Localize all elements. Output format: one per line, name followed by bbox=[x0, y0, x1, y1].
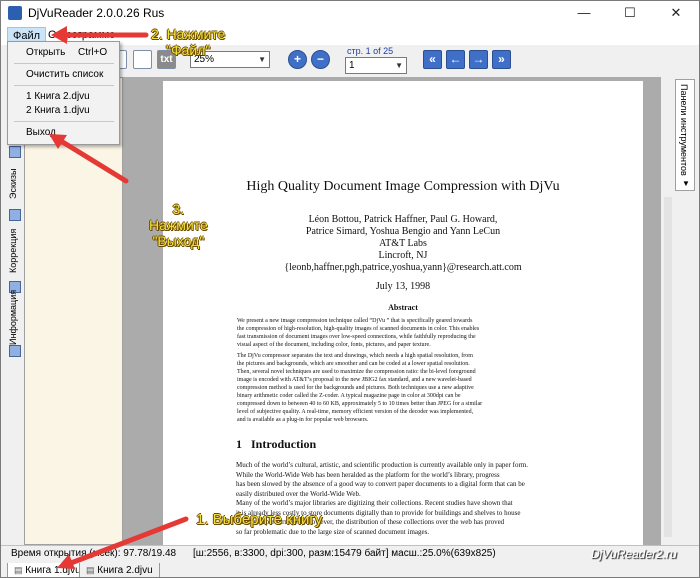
text-line: so far problematic due to the large size… bbox=[236, 527, 430, 536]
status-image-info: [ш:2556, в:3300, dpi:300, разм:15479 бай… bbox=[193, 548, 496, 559]
annotation-line: 3. bbox=[172, 201, 185, 217]
thumbnails-panel[interactable] bbox=[24, 77, 123, 545]
doc-tab-2[interactable]: ▤ Книга 2.djvu bbox=[79, 563, 160, 577]
section-number: 1 bbox=[236, 437, 242, 451]
document-view[interactable]: High Quality Document Image Compression … bbox=[123, 77, 661, 551]
text-line: level of subjective quality. A real-time… bbox=[237, 409, 474, 415]
doc-abstract-p2: The DjVu compressor separates the text a… bbox=[237, 352, 577, 424]
text-line: compression method is used for the backg… bbox=[237, 385, 474, 391]
menu-item-open[interactable]: Открыть Ctrl+O bbox=[26, 46, 118, 60]
info-icon[interactable] bbox=[9, 345, 21, 357]
chevron-down-icon: ▼ bbox=[395, 61, 403, 70]
menu-item-exit[interactable]: Выход bbox=[26, 126, 56, 140]
menu-item-recent-2[interactable]: 2 Книга 1.djvu bbox=[26, 104, 90, 118]
section-title: Introduction bbox=[251, 437, 317, 451]
text-line: fast transmission of document images ove… bbox=[237, 334, 476, 340]
text-line: easily distributed over the World-Wide W… bbox=[236, 489, 361, 498]
doc-authors: Léon Bottou, Patrick Haffner, Paul G. Ho… bbox=[163, 214, 643, 274]
next-page-button[interactable]: → bbox=[469, 50, 488, 69]
doc-tab-1[interactable]: ▤ Книга 1.djvu bbox=[7, 563, 88, 577]
last-page-button[interactable]: » bbox=[492, 50, 511, 69]
document-page: High Quality Document Image Compression … bbox=[163, 81, 643, 551]
tool-panels-label: Панели инструментов bbox=[679, 84, 689, 176]
doc-authors-line: Léon Bottou, Patrick Haffner, Paul G. Ho… bbox=[308, 214, 498, 225]
page-label: стр. 1 of 25 bbox=[347, 46, 394, 56]
tab-thumbnails[interactable]: Эскизы bbox=[8, 163, 22, 205]
prev-page-button[interactable]: ← bbox=[446, 50, 465, 69]
doc-affiliation: AT&T Labs bbox=[379, 238, 427, 249]
text-line: Many of the world’s major libraries are … bbox=[236, 499, 513, 507]
text-line: the compression of high-resolution, high… bbox=[237, 326, 480, 332]
app-window: DjVuReader 2.0.0.26 Rus — ☐ ✕ Файл О про… bbox=[0, 0, 700, 578]
vertical-scrollbar[interactable] bbox=[664, 197, 672, 537]
close-button[interactable]: ✕ bbox=[653, 1, 699, 25]
doc-location: Lincroft, NJ bbox=[378, 250, 428, 261]
text-line: image is encoded with AT&T’s proposal to… bbox=[237, 377, 472, 383]
text-line: The DjVu compressor separates the text a… bbox=[237, 353, 473, 359]
menu-separator bbox=[14, 63, 114, 64]
image-mode-icon[interactable] bbox=[133, 50, 152, 69]
file-menu-dropdown: Открыть Ctrl+O Очистить список 1 Книга 2.… bbox=[7, 41, 120, 145]
list-icon[interactable] bbox=[9, 146, 21, 158]
text-line: has been slowed by the absence of a good… bbox=[236, 480, 525, 488]
menu-separator bbox=[14, 121, 114, 122]
annotation-step-2: 2. Нажмите "Файл" bbox=[151, 26, 225, 58]
doc-section-heading: 1 Introduction bbox=[236, 437, 316, 452]
text-line: compressed down to between 40 to 60 KB, … bbox=[237, 401, 483, 407]
document-tabs: ▤ Книга 1.djvu ▤ Книга 2.djvu bbox=[1, 562, 699, 577]
doc-authors-line: Patrice Simard, Yoshua Bengio and Yann L… bbox=[305, 226, 501, 237]
maximize-button[interactable]: ☐ bbox=[607, 1, 653, 25]
menu-separator bbox=[14, 85, 114, 86]
document-icon: ▤ bbox=[14, 565, 23, 575]
sidebar-tabs: Эскизы Коррекция Информация bbox=[7, 141, 23, 541]
annotation-step-3: 3. Нажмите "Выход" bbox=[149, 201, 208, 249]
doc-abstract-p1: We present a new image compression techn… bbox=[237, 317, 577, 349]
annotation-line: "Выход" bbox=[152, 233, 205, 249]
doc-tab-label: Книга 1.djvu bbox=[25, 565, 81, 576]
chevron-down-icon: ▼ bbox=[258, 55, 266, 64]
title-bar[interactable]: DjVuReader 2.0.0.26 Rus — ☐ ✕ bbox=[1, 1, 699, 25]
doc-date: July 13, 1998 bbox=[375, 281, 431, 292]
zoom-in-button[interactable]: + bbox=[288, 50, 307, 69]
doc-abstract-heading: Abstract bbox=[388, 303, 418, 312]
annotation-step-1: 1. Выберите книгу bbox=[196, 511, 323, 528]
text-line: the pictures and backgrounds, which are … bbox=[237, 361, 470, 367]
text-line: While the World-Wide Web has been herald… bbox=[236, 470, 500, 479]
text-line: binary arithmetic coder called the Z-cod… bbox=[237, 393, 461, 399]
status-open-time: Время открытия (мсек): 97.78/19.48 bbox=[11, 548, 177, 559]
menu-item-recent-1[interactable]: 1 Книга 2.djvu bbox=[26, 90, 90, 104]
menu-item-clear-list[interactable]: Очистить список bbox=[26, 68, 103, 82]
page-select[interactable]: 1 ▼ bbox=[345, 57, 407, 74]
annotation-line: "Файл" bbox=[165, 42, 211, 58]
doc-title: High Quality Document Image Compression … bbox=[246, 179, 560, 194]
tab-info[interactable]: Информация bbox=[8, 287, 22, 347]
doc-tab-label: Книга 2.djvu bbox=[97, 565, 153, 576]
app-icon bbox=[8, 6, 22, 20]
menu-item-label: Открыть bbox=[26, 47, 66, 58]
minimize-button[interactable]: — bbox=[561, 1, 607, 25]
watermark: DjVuReader2.ru bbox=[591, 547, 677, 561]
annotation-line: Нажмите bbox=[149, 217, 208, 233]
tab-correction[interactable]: Коррекция bbox=[8, 225, 22, 277]
text-line: Then, several novel techniques are used … bbox=[237, 369, 476, 375]
tab-tool-panels[interactable]: Панели инструментов ▼ bbox=[675, 79, 695, 191]
chevron-down-icon: ▼ bbox=[682, 179, 690, 188]
text-line: visual aspect of the document, including… bbox=[237, 342, 431, 348]
text-line: We present a new image compression techn… bbox=[237, 318, 473, 324]
document-icon: ▤ bbox=[86, 565, 95, 575]
right-panel: Панели инструментов ▼ bbox=[661, 77, 699, 545]
grid-icon[interactable] bbox=[9, 209, 21, 221]
annotation-line: 2. Нажмите bbox=[151, 26, 226, 42]
window-title: DjVuReader 2.0.0.26 Rus bbox=[28, 6, 165, 20]
doc-emails: {leonb,haffner,pgh,patrice,yoshua,yann}@… bbox=[284, 262, 522, 273]
text-line: and is available as a plug-in for popula… bbox=[237, 417, 369, 423]
text-line: Much of the world’s cultural, artistic, … bbox=[236, 461, 528, 469]
first-page-button[interactable]: « bbox=[423, 50, 442, 69]
zoom-out-button[interactable]: − bbox=[311, 50, 330, 69]
menu-item-shortcut: Ctrl+O bbox=[78, 47, 108, 58]
page-value: 1 bbox=[349, 60, 355, 71]
